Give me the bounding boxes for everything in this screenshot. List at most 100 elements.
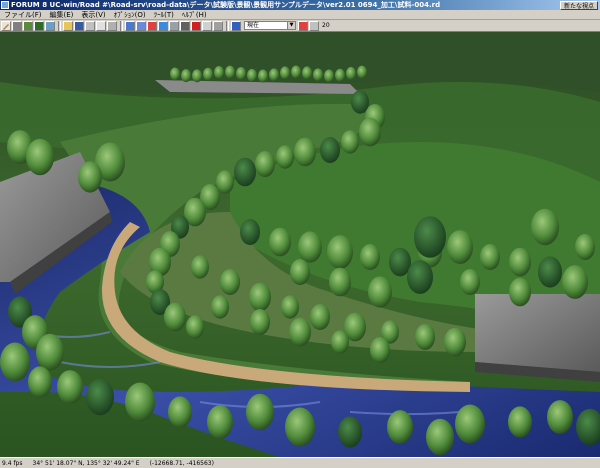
image-icon[interactable] (45, 20, 55, 31)
tree (575, 234, 595, 260)
pencil-icon[interactable] (1, 20, 11, 31)
tree (207, 405, 233, 439)
tree (324, 69, 334, 83)
camera-icon[interactable] (180, 20, 190, 31)
tree (225, 65, 235, 79)
settings-icon[interactable] (213, 20, 223, 31)
tree (310, 304, 330, 330)
scene-render (0, 32, 600, 457)
tree (341, 130, 359, 154)
tree (216, 170, 234, 194)
tree (327, 235, 353, 269)
road-icon[interactable] (12, 20, 22, 31)
tree (220, 269, 240, 295)
flag-red-icon[interactable] (298, 20, 308, 31)
tree (234, 157, 256, 187)
toolbar-separator (58, 20, 61, 31)
menu-view[interactable]: 表示(V) (77, 10, 109, 20)
tree (192, 69, 202, 83)
open-icon[interactable] (63, 20, 73, 31)
window-title: FORUM 8 UC-win/Road #\Road-srv\road-data… (11, 1, 441, 9)
tree (255, 151, 275, 177)
status-bar: 9.4 fps 34° 51' 18.07" N, 135° 32' 49.24… (0, 457, 600, 468)
tree (368, 276, 392, 308)
tree (269, 68, 279, 82)
tree (214, 65, 224, 79)
toolbar-separator (120, 20, 123, 31)
tree (447, 230, 473, 264)
rotate-icon[interactable] (125, 20, 135, 31)
title-bar: FORUM 8 UC-win/Road #\Road-srv\road-data… (0, 0, 600, 10)
tree (359, 117, 381, 147)
tree (191, 255, 209, 279)
tree (480, 244, 500, 270)
tree (360, 244, 380, 270)
fps-readout: 9.4 fps (2, 459, 23, 467)
tree (289, 317, 311, 347)
tree (331, 330, 349, 354)
chevron-down-icon[interactable]: ▼ (287, 22, 295, 29)
car-icon[interactable] (231, 20, 241, 31)
tree (86, 378, 114, 416)
tree (249, 282, 271, 312)
zoom-icon[interactable] (147, 20, 157, 31)
tree (329, 267, 351, 297)
tree (258, 69, 268, 83)
tree (28, 366, 52, 398)
tree (294, 137, 316, 167)
tree (460, 269, 480, 295)
tree (0, 342, 30, 382)
tree (351, 90, 369, 114)
tree (291, 65, 301, 79)
route-icon[interactable] (169, 20, 179, 31)
tree (426, 418, 454, 456)
tree (246, 393, 274, 431)
tree (338, 416, 362, 448)
menu-help[interactable]: ﾍﾙﾌﾟ(H) (178, 10, 211, 20)
tree (211, 295, 229, 319)
toolbar-separator (226, 20, 229, 31)
tree-icon[interactable] (34, 20, 44, 31)
tree (280, 66, 290, 80)
menu-edit[interactable]: 編集(E) (46, 10, 78, 20)
tree (203, 67, 213, 81)
record-icon[interactable] (191, 20, 201, 31)
tree (240, 219, 260, 245)
menu-options[interactable]: ｵﾌﾟｼｮﾝ(O) (110, 10, 150, 20)
copy-icon[interactable] (96, 20, 106, 31)
tree (538, 256, 562, 288)
tree (250, 309, 270, 335)
tree (357, 65, 367, 79)
tree (387, 410, 413, 444)
tree (281, 295, 299, 319)
move-icon[interactable] (136, 20, 146, 31)
viewpoint-select[interactable]: 現在 ▼ (244, 21, 296, 30)
tree (125, 382, 155, 422)
tree (335, 68, 345, 82)
tree (269, 227, 291, 257)
speed-value: 20 (322, 22, 330, 29)
save-icon[interactable] (74, 20, 84, 31)
tree (276, 145, 294, 169)
cut-icon[interactable] (107, 20, 117, 31)
speed-icon[interactable] (309, 20, 319, 31)
menu-file[interactable]: ファイル(F) (0, 10, 46, 20)
flag-icon[interactable] (158, 20, 168, 31)
tree (298, 231, 322, 263)
tree (290, 259, 310, 285)
3d-viewport[interactable] (0, 32, 600, 457)
tree (247, 68, 257, 82)
tree (509, 277, 531, 307)
print-icon[interactable] (85, 20, 95, 31)
terrain-icon[interactable] (23, 20, 33, 31)
stop-icon[interactable] (202, 20, 212, 31)
new-viewpoint-button[interactable]: 新たな視点 (559, 0, 598, 10)
tree (407, 260, 433, 294)
tree (313, 68, 323, 82)
tree (164, 302, 186, 332)
menu-tools[interactable]: ﾂｰﾙ(T) (150, 10, 178, 20)
latitude-readout: 34° 51' 18.07" N, 135° 32' 49.24" E (32, 459, 140, 467)
tree (78, 161, 102, 193)
tree (168, 396, 192, 428)
tree (302, 66, 312, 80)
